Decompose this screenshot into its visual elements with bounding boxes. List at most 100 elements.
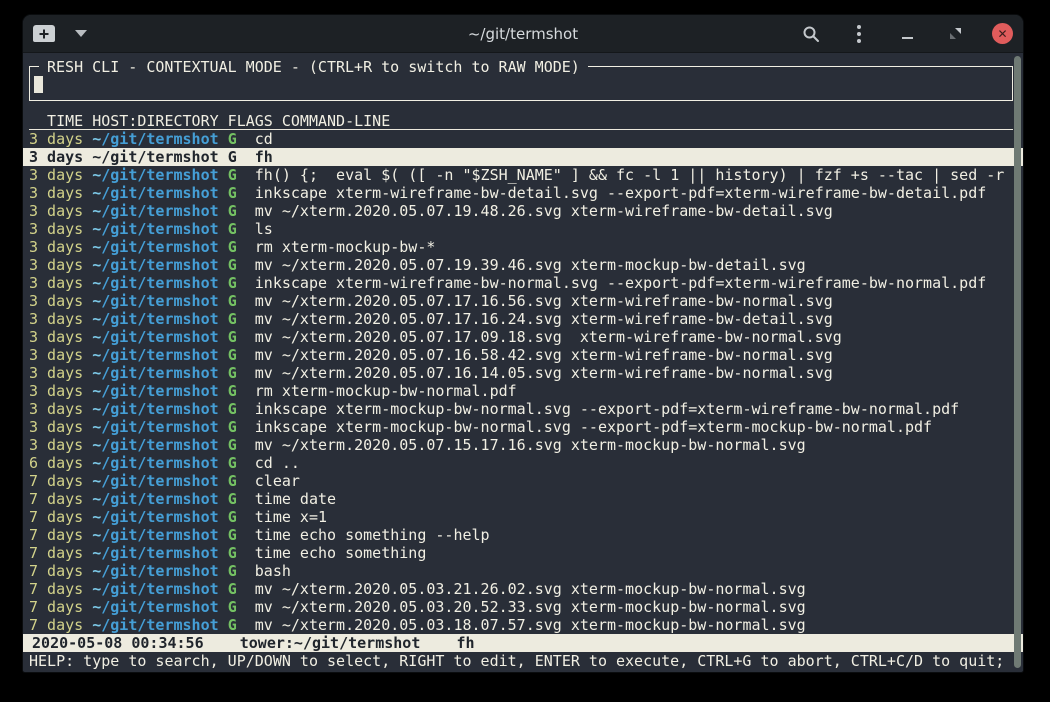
row-host-tilde: ~ bbox=[92, 310, 101, 328]
history-row[interactable]: 7 days ~/git/termshot G time echo someth… bbox=[23, 526, 1023, 544]
row-host-directory: /git/termshot bbox=[101, 454, 218, 472]
row-flags: G bbox=[228, 256, 237, 274]
row-command: inkscape xterm-mockup-bw-normal.svg --ex… bbox=[255, 400, 959, 418]
row-host-directory: /git/termshot bbox=[101, 580, 218, 598]
row-host-directory: /git/termshot bbox=[101, 616, 218, 634]
row-flags: G bbox=[228, 472, 237, 490]
row-command: rm xterm-mockup-bw-normal.pdf bbox=[255, 382, 517, 400]
history-row[interactable]: 7 days ~/git/termshot G time echo someth… bbox=[23, 544, 1023, 562]
row-command: mv ~/xterm.2020.05.07.16.58.42.svg xterm… bbox=[255, 346, 833, 364]
search-box-label: RESH CLI - CONTEXTUAL MODE - (CTRL+R to … bbox=[39, 58, 588, 76]
kebab-menu-icon[interactable] bbox=[848, 23, 870, 45]
titlebar-right-controls: ✕ bbox=[800, 23, 1013, 45]
row-host-tilde: ~ bbox=[92, 598, 101, 616]
row-time: 3 days bbox=[29, 148, 83, 166]
row-time: 7 days bbox=[29, 526, 83, 544]
row-command: bash bbox=[255, 562, 291, 580]
history-row[interactable]: 3 days ~/git/termshot G ls bbox=[23, 220, 1023, 238]
row-host-tilde: ~ bbox=[92, 292, 101, 310]
row-host-directory: /git/termshot bbox=[101, 256, 218, 274]
history-row[interactable]: 6 days ~/git/termshot G cd .. bbox=[23, 454, 1023, 472]
history-row[interactable]: 7 days ~/git/termshot G clear bbox=[23, 472, 1023, 490]
new-tab-icon[interactable] bbox=[33, 25, 55, 42]
row-host-directory: /git/termshot bbox=[101, 238, 218, 256]
row-time: 3 days bbox=[29, 292, 83, 310]
history-row[interactable]: 7 days ~/git/termshot G time date bbox=[23, 490, 1023, 508]
history-row[interactable]: 3 days ~/git/termshot G rm xterm-mockup-… bbox=[23, 238, 1023, 256]
row-host-directory: /git/termshot bbox=[101, 490, 218, 508]
row-host-tilde: ~ bbox=[92, 346, 101, 364]
history-row[interactable]: 3 days ~/git/termshot G mv ~/xterm.2020.… bbox=[23, 292, 1023, 310]
row-command: clear bbox=[255, 472, 300, 490]
row-flags: G bbox=[228, 274, 237, 292]
row-time: 3 days bbox=[29, 184, 83, 202]
row-command: time echo something bbox=[255, 544, 427, 562]
history-row[interactable]: 3 days ~/git/termshot G mv ~/xterm.2020.… bbox=[23, 364, 1023, 382]
history-row[interactable]: 3 days ~/git/termshot G mv ~/xterm.2020.… bbox=[23, 436, 1023, 454]
row-host-tilde: ~ bbox=[92, 256, 101, 274]
row-command: fh() {; eval $( ([ -n "$ZSH_NAME" ] && f… bbox=[255, 166, 1005, 184]
row-flags: G bbox=[228, 598, 237, 616]
history-row[interactable]: 3 days ~/git/termshot G rm xterm-mockup-… bbox=[23, 382, 1023, 400]
row-command: time date bbox=[255, 490, 336, 508]
search-input[interactable]: RESH CLI - CONTEXTUAL MODE - (CTRL+R to … bbox=[29, 66, 1013, 101]
row-time: 3 days bbox=[29, 274, 83, 292]
history-row[interactable]: 3 days ~/git/termshot G fh() {; eval $( … bbox=[23, 166, 1023, 184]
row-host-tilde: ~ bbox=[92, 418, 101, 436]
row-host-directory: /git/termshot bbox=[101, 148, 218, 166]
chevron-down-icon[interactable] bbox=[75, 30, 87, 37]
history-table-header: TIME HOST:DIRECTORY FLAGS COMMAND-LINE bbox=[29, 112, 1013, 130]
search-icon[interactable] bbox=[800, 23, 822, 45]
row-time: 3 days bbox=[29, 310, 83, 328]
row-command: mv ~/xterm.2020.05.07.16.14.05.svg xterm… bbox=[255, 364, 833, 382]
row-command: mv ~/xterm.2020.05.07.19.39.46.svg xterm… bbox=[255, 256, 806, 274]
history-row[interactable]: 3 days ~/git/termshot G inkscape xterm-m… bbox=[23, 418, 1023, 436]
row-host-directory: /git/termshot bbox=[101, 202, 218, 220]
history-row[interactable]: 3 days ~/git/termshot G fh bbox=[23, 148, 1023, 166]
history-row[interactable]: 3 days ~/git/termshot G cd bbox=[23, 130, 1023, 148]
history-row[interactable]: 7 days ~/git/termshot G bash bbox=[23, 562, 1023, 580]
row-time: 6 days bbox=[29, 454, 83, 472]
row-host-tilde: ~ bbox=[92, 274, 101, 292]
row-command: inkscape xterm-mockup-bw-normal.svg --ex… bbox=[255, 418, 932, 436]
history-row[interactable]: 7 days ~/git/termshot G mv ~/xterm.2020.… bbox=[23, 580, 1023, 598]
history-row[interactable]: 3 days ~/git/termshot G inkscape xterm-m… bbox=[23, 400, 1023, 418]
row-command: mv ~/xterm.2020.05.07.15.17.16.svg xterm… bbox=[255, 436, 806, 454]
row-command: mv ~/xterm.2020.05.07.17.16.56.svg xterm… bbox=[255, 292, 833, 310]
row-host-directory: /git/termshot bbox=[101, 328, 218, 346]
row-host-tilde: ~ bbox=[92, 472, 101, 490]
row-host-tilde: ~ bbox=[92, 238, 101, 256]
row-time: 7 days bbox=[29, 562, 83, 580]
history-row[interactable]: 7 days ~/git/termshot G mv ~/xterm.2020.… bbox=[23, 616, 1023, 634]
row-command: inkscape xterm-wireframe-bw-detail.svg -… bbox=[255, 184, 987, 202]
row-flags: G bbox=[228, 490, 237, 508]
row-flags: G bbox=[228, 436, 237, 454]
history-row[interactable]: 7 days ~/git/termshot G mv ~/xterm.2020.… bbox=[23, 598, 1023, 616]
row-host-directory: /git/termshot bbox=[101, 400, 218, 418]
row-host-directory: /git/termshot bbox=[101, 346, 218, 364]
row-host-directory: /git/termshot bbox=[101, 436, 218, 454]
row-command: rm xterm-mockup-bw-* bbox=[255, 238, 436, 256]
scrollbar-thumb[interactable] bbox=[1014, 56, 1021, 668]
row-flags: G bbox=[228, 328, 237, 346]
history-row[interactable]: 3 days ~/git/termshot G mv ~/xterm.2020.… bbox=[23, 328, 1023, 346]
row-time: 3 days bbox=[29, 364, 83, 382]
row-time: 3 days bbox=[29, 130, 83, 148]
row-host-directory: /git/termshot bbox=[101, 544, 218, 562]
history-row[interactable]: 3 days ~/git/termshot G inkscape xterm-w… bbox=[23, 274, 1023, 292]
history-row[interactable]: 3 days ~/git/termshot G mv ~/xterm.2020.… bbox=[23, 256, 1023, 274]
row-time: 3 days bbox=[29, 328, 83, 346]
history-row[interactable]: 7 days ~/git/termshot G time x=1 bbox=[23, 508, 1023, 526]
history-row[interactable]: 3 days ~/git/termshot G mv ~/xterm.2020.… bbox=[23, 346, 1023, 364]
row-host-tilde: ~ bbox=[92, 526, 101, 544]
history-row[interactable]: 3 days ~/git/termshot G inkscape xterm-w… bbox=[23, 184, 1023, 202]
row-flags: G bbox=[228, 526, 237, 544]
restore-icon[interactable] bbox=[944, 23, 966, 45]
row-host-directory: /git/termshot bbox=[101, 166, 218, 184]
close-icon[interactable]: ✕ bbox=[992, 23, 1013, 44]
history-row[interactable]: 3 days ~/git/termshot G mv ~/xterm.2020.… bbox=[23, 310, 1023, 328]
history-row[interactable]: 3 days ~/git/termshot G mv ~/xterm.2020.… bbox=[23, 202, 1023, 220]
row-host-tilde: ~ bbox=[92, 454, 101, 472]
minimize-icon[interactable] bbox=[896, 23, 918, 45]
row-time: 3 days bbox=[29, 382, 83, 400]
